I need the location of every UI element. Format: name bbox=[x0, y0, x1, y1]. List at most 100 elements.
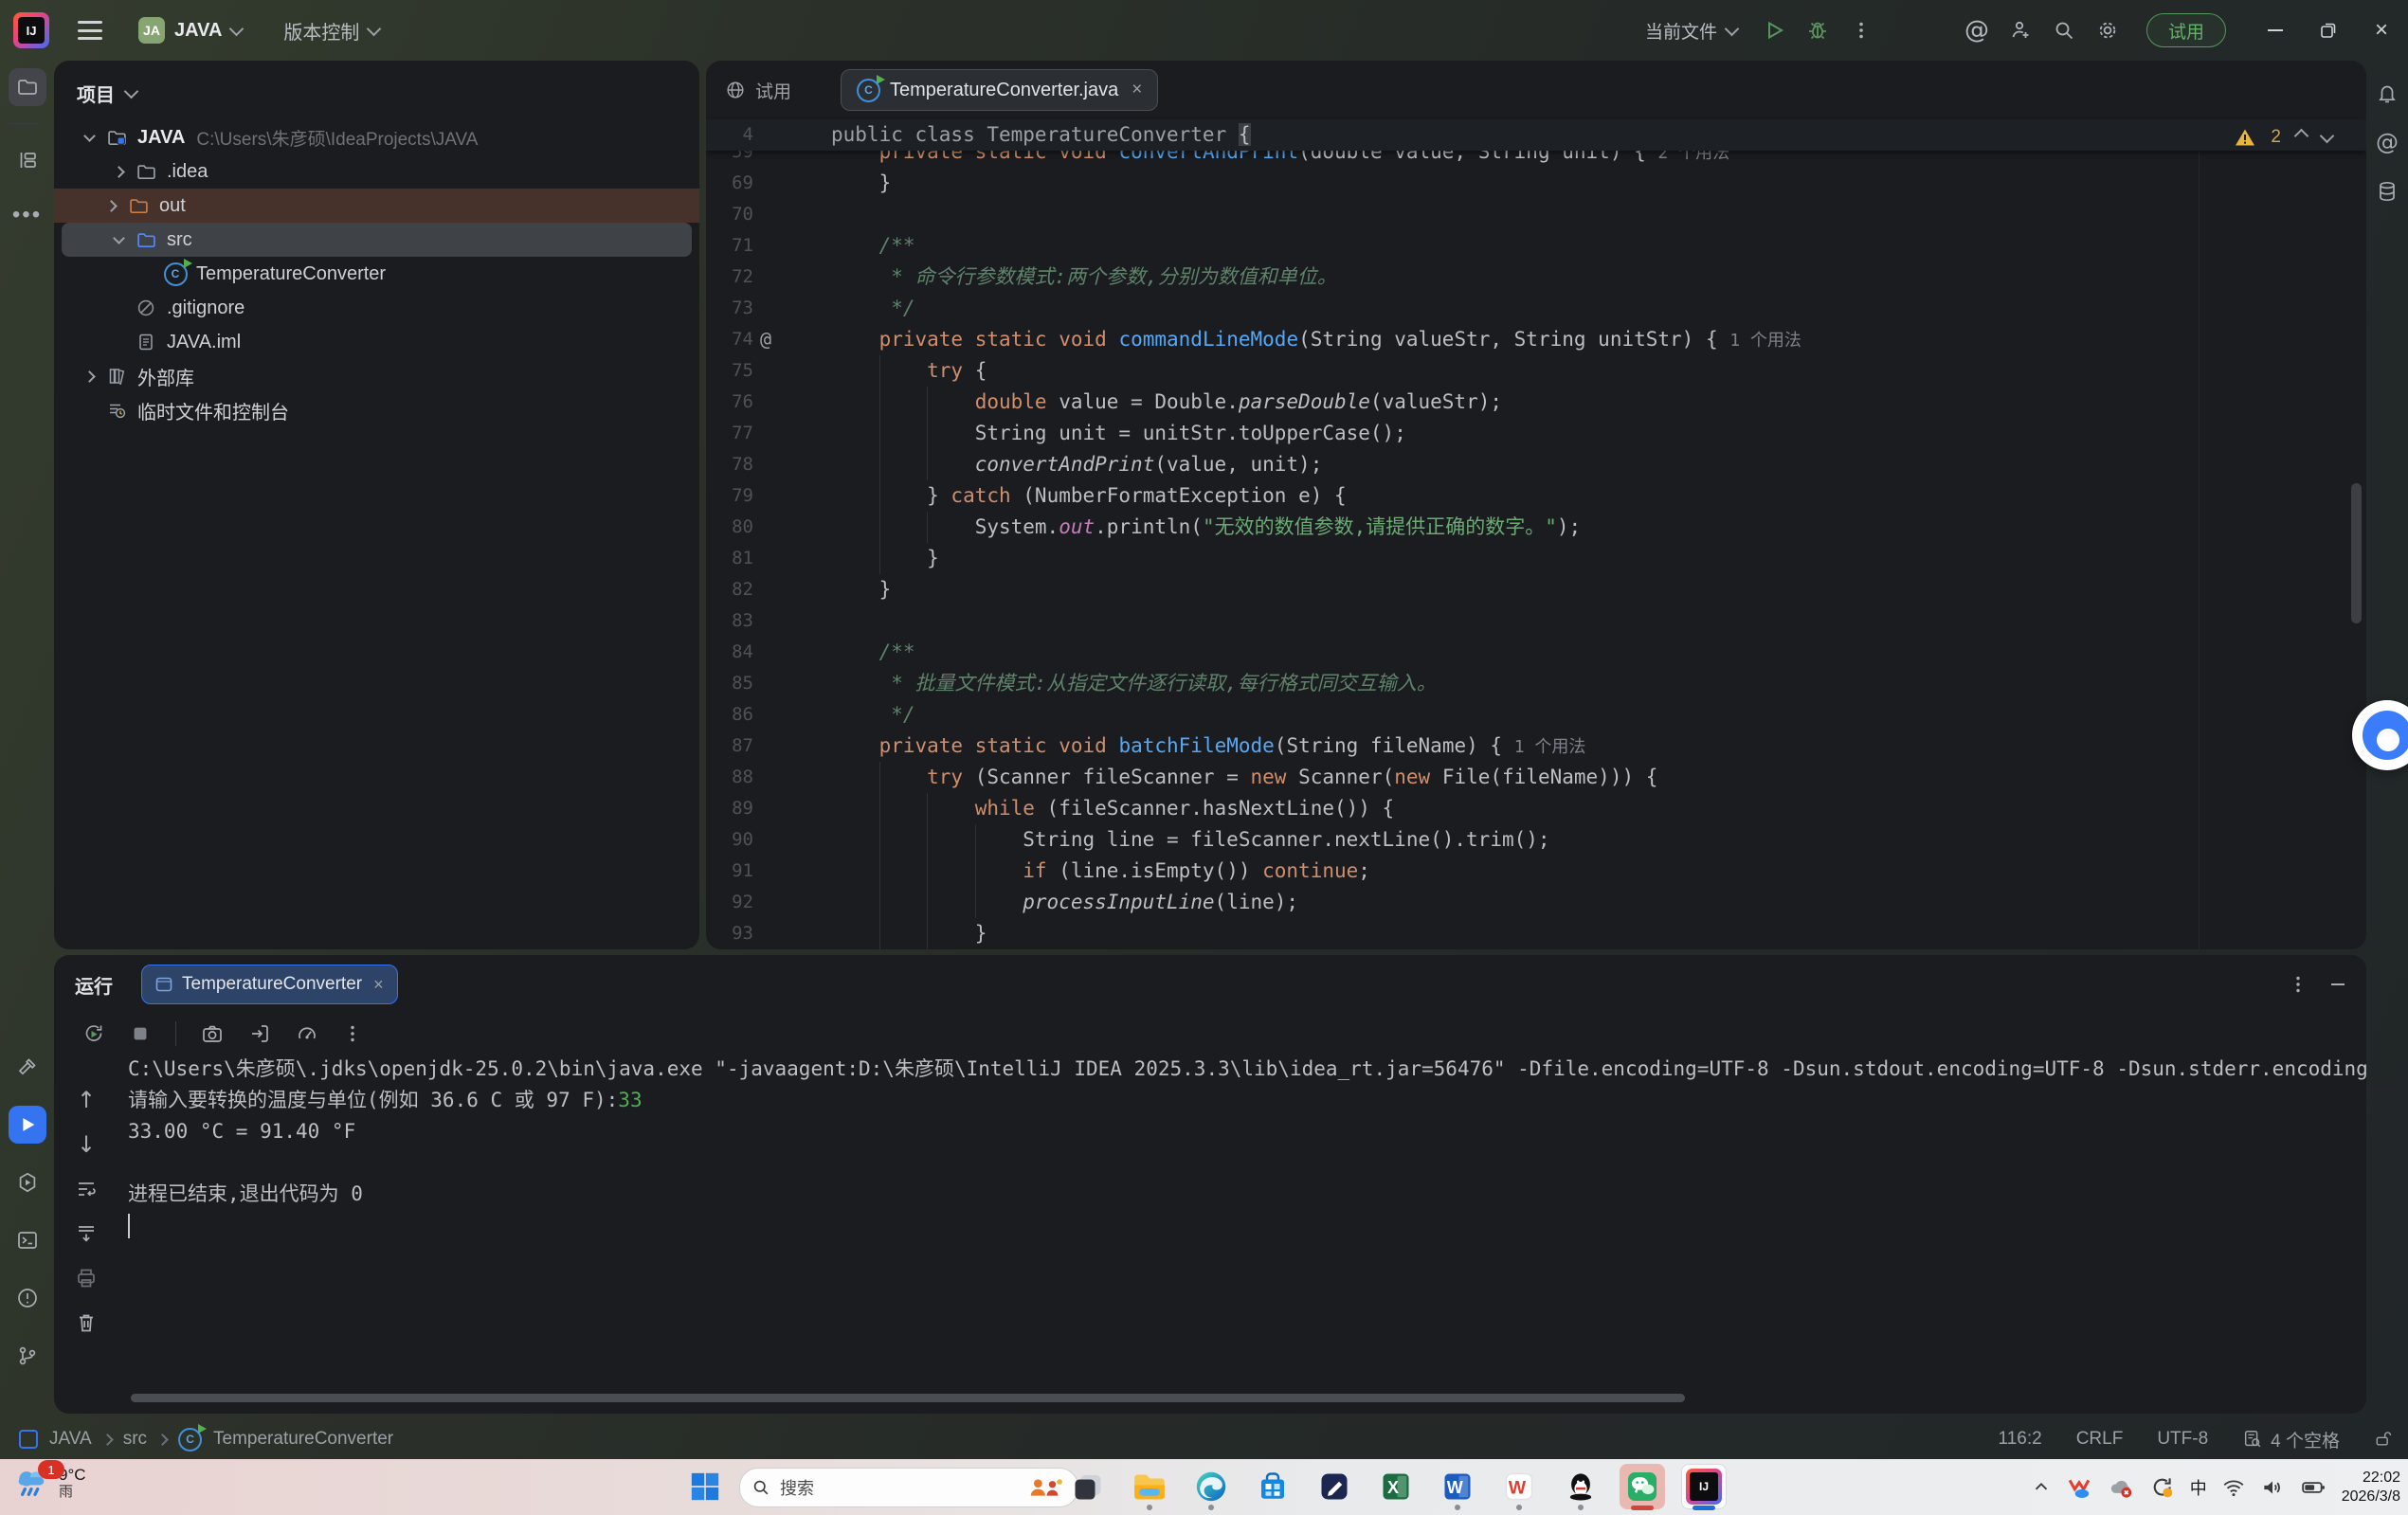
taskbar-app-edge[interactable] bbox=[1188, 1464, 1234, 1509]
wifi-icon[interactable] bbox=[2221, 1475, 2246, 1500]
onedrive-error-icon[interactable] bbox=[2107, 1474, 2135, 1501]
taskbar-app-qq[interactable] bbox=[1558, 1464, 1603, 1509]
code-editor[interactable]: 4public class TemperatureConverter {59pr… bbox=[706, 119, 2366, 949]
taskbar-app-task-view[interactable] bbox=[1065, 1464, 1111, 1509]
add-user-icon[interactable] bbox=[1999, 11, 2042, 49]
stripe-version-control[interactable] bbox=[9, 1337, 46, 1375]
readonly-toggle[interactable] bbox=[2374, 1430, 2393, 1449]
tree-item-[interactable]: 临时文件和控制台 bbox=[62, 393, 692, 427]
taskbar-app-wps[interactable]: W bbox=[1496, 1464, 1542, 1509]
rerun-icon[interactable] bbox=[82, 1022, 105, 1045]
window-close-button[interactable]: × bbox=[2355, 0, 2408, 61]
vcs-widget[interactable]: 版本控制 bbox=[283, 17, 379, 45]
more-actions-kebab-icon[interactable] bbox=[1839, 11, 1883, 49]
editor-scrollbar[interactable] bbox=[2351, 483, 2362, 623]
tree-chevron-icon[interactable] bbox=[77, 135, 101, 140]
tree-item-TemperatureConverter[interactable]: CTemperatureConverter bbox=[62, 257, 692, 291]
tree-chevron-icon[interactable] bbox=[106, 168, 131, 176]
code-line-82: 82} bbox=[706, 574, 2366, 605]
tree-item-JAVA.iml[interactable]: JAVA.iml bbox=[62, 325, 692, 359]
camera-icon[interactable] bbox=[201, 1022, 224, 1045]
taskbar-app-excel[interactable]: X bbox=[1373, 1464, 1419, 1509]
tray-clock[interactable]: 22:022026/3/8 bbox=[2342, 1469, 2400, 1506]
stripe-build-hammer[interactable] bbox=[9, 1048, 46, 1086]
taskbar-app-microsoft-store[interactable] bbox=[1250, 1464, 1295, 1509]
stop-icon[interactable] bbox=[130, 1023, 151, 1044]
pinned-tab[interactable]: 试用 bbox=[725, 78, 791, 103]
stripe-ai-assistant[interactable]: @ bbox=[2370, 125, 2404, 159]
stripe-commit[interactable] bbox=[9, 141, 46, 179]
project-widget[interactable]: JA JAVA bbox=[138, 17, 242, 44]
file-encoding[interactable]: UTF-8 bbox=[2157, 1429, 2208, 1450]
close-tab-icon[interactable]: × bbox=[1132, 80, 1142, 100]
run-config-widget[interactable]: 当前文件 bbox=[1645, 18, 1737, 44]
tree-item-.idea[interactable]: .idea bbox=[62, 154, 692, 189]
tree-item-src[interactable]: src bbox=[62, 223, 692, 257]
console-print[interactable] bbox=[74, 1266, 99, 1290]
tree-item-.gitignore[interactable]: .gitignore bbox=[62, 291, 692, 325]
tree-chevron-icon[interactable] bbox=[99, 202, 123, 210]
ai-assistant-icon[interactable]: @ bbox=[1955, 11, 1999, 49]
taskbar-app-wechat[interactable] bbox=[1620, 1464, 1665, 1509]
taskbar-app-intellij-idea[interactable] bbox=[1681, 1464, 1727, 1509]
settings-gear-icon[interactable] bbox=[2086, 11, 2129, 49]
project-panel-header[interactable]: 项目 bbox=[54, 61, 699, 120]
volume-icon[interactable] bbox=[2260, 1475, 2285, 1500]
start-button[interactable] bbox=[689, 1470, 721, 1503]
svg-text:W: W bbox=[1509, 1478, 1527, 1499]
stripe-terminal[interactable] bbox=[9, 1221, 46, 1259]
stripe-notifications-bell[interactable] bbox=[2370, 76, 2404, 110]
kebab-icon[interactable] bbox=[343, 1024, 362, 1043]
main-menu-icon[interactable] bbox=[78, 21, 102, 40]
panel-minimize-icon[interactable] bbox=[2328, 975, 2347, 994]
battery-icon[interactable] bbox=[2299, 1475, 2327, 1500]
weather-widget[interactable]: 1 9°C 雨 bbox=[11, 1464, 86, 1502]
window-minimize-button[interactable] bbox=[2249, 0, 2302, 61]
stripe-more[interactable]: ••• bbox=[9, 196, 46, 234]
taskbar-app-notepad-dark[interactable] bbox=[1312, 1464, 1357, 1509]
stripe-problems[interactable] bbox=[9, 1279, 46, 1317]
editor-tab-active[interactable]: C TemperatureConverter.java × bbox=[841, 69, 1158, 111]
breadcrumb-item[interactable]: TemperatureConverter bbox=[213, 1429, 393, 1450]
wps-cloud-icon[interactable] bbox=[2066, 1474, 2092, 1501]
breadcrumb-item[interactable]: src bbox=[123, 1429, 147, 1450]
tray-chevron-icon[interactable] bbox=[2031, 1477, 2052, 1498]
taskbar-app-file-explorer[interactable] bbox=[1127, 1464, 1172, 1509]
ime-indicator[interactable]: 中 bbox=[2190, 1475, 2207, 1500]
indent-style[interactable]: 4 个空格 bbox=[2242, 1427, 2340, 1452]
inspection-widget[interactable]: 2 bbox=[2235, 127, 2332, 148]
stripe-database[interactable] bbox=[2370, 174, 2404, 208]
stripe-divider bbox=[9, 123, 39, 124]
caret-position[interactable]: 116:2 bbox=[1999, 1429, 2042, 1450]
stripe-run[interactable] bbox=[9, 1106, 46, 1144]
console-clear[interactable] bbox=[74, 1310, 99, 1335]
next-problem-icon[interactable] bbox=[2320, 128, 2335, 143]
run-tab-active[interactable]: TemperatureConverter × bbox=[141, 965, 398, 1004]
prev-problem-icon[interactable] bbox=[2294, 128, 2309, 143]
tree-chevron-icon[interactable] bbox=[77, 372, 101, 381]
debug-button[interactable] bbox=[1796, 11, 1839, 49]
console-output[interactable]: C:\Users\朱彦硕\.jdks\openjdk-25.0.2\bin\ja… bbox=[54, 1054, 2366, 1210]
tree-item-out[interactable]: out bbox=[54, 189, 699, 223]
annotation-gutter-icon[interactable]: @ bbox=[753, 324, 778, 355]
stripe-project-folder[interactable] bbox=[9, 68, 46, 106]
taskbar-app-word[interactable]: W bbox=[1435, 1464, 1480, 1509]
close-tab-icon[interactable]: × bbox=[373, 975, 384, 995]
breadcrumb-item[interactable]: JAVA bbox=[49, 1429, 92, 1450]
taskbar-search[interactable]: 搜索 bbox=[739, 1468, 1078, 1507]
tree-item-[interactable]: 外部库 bbox=[62, 359, 692, 393]
search-icon[interactable] bbox=[2042, 11, 2086, 49]
sync-icon[interactable] bbox=[2149, 1474, 2176, 1501]
window-restore-button[interactable] bbox=[2302, 0, 2355, 61]
console-scroll-to-end[interactable] bbox=[74, 1221, 99, 1246]
panel-kebab-icon[interactable] bbox=[2289, 975, 2308, 994]
line-separator[interactable]: CRLF bbox=[2076, 1429, 2124, 1450]
import-test-icon[interactable] bbox=[248, 1022, 271, 1045]
run-button[interactable] bbox=[1752, 11, 1796, 49]
tree-chevron-icon[interactable] bbox=[106, 238, 131, 243]
stripe-services[interactable] bbox=[9, 1163, 46, 1201]
console-hscrollbar[interactable] bbox=[131, 1394, 1685, 1402]
tree-item-JAVA[interactable]: JAVAC:\Users\朱彦硕\IdeaProjects\JAVA bbox=[62, 120, 692, 154]
trial-button[interactable]: 试用 bbox=[2146, 13, 2226, 47]
profiler-icon[interactable] bbox=[296, 1022, 318, 1045]
